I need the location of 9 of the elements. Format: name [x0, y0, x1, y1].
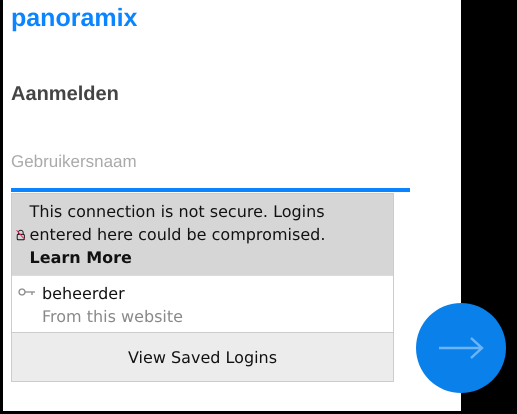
- login-username: beheerder: [42, 283, 126, 305]
- arrow-right-icon: [437, 336, 485, 360]
- login-origin: From this website: [42, 306, 183, 328]
- view-saved-logins-button[interactable]: View Saved Logins: [12, 332, 393, 381]
- login-heading: Aanmelden: [11, 83, 120, 106]
- warning-message: This connection is not secure. Logins entered here could be compromised.: [30, 201, 326, 246]
- site-title: panoramix: [11, 4, 138, 33]
- key-icon: [18, 288, 36, 297]
- learn-more-link[interactable]: Learn More: [30, 246, 132, 269]
